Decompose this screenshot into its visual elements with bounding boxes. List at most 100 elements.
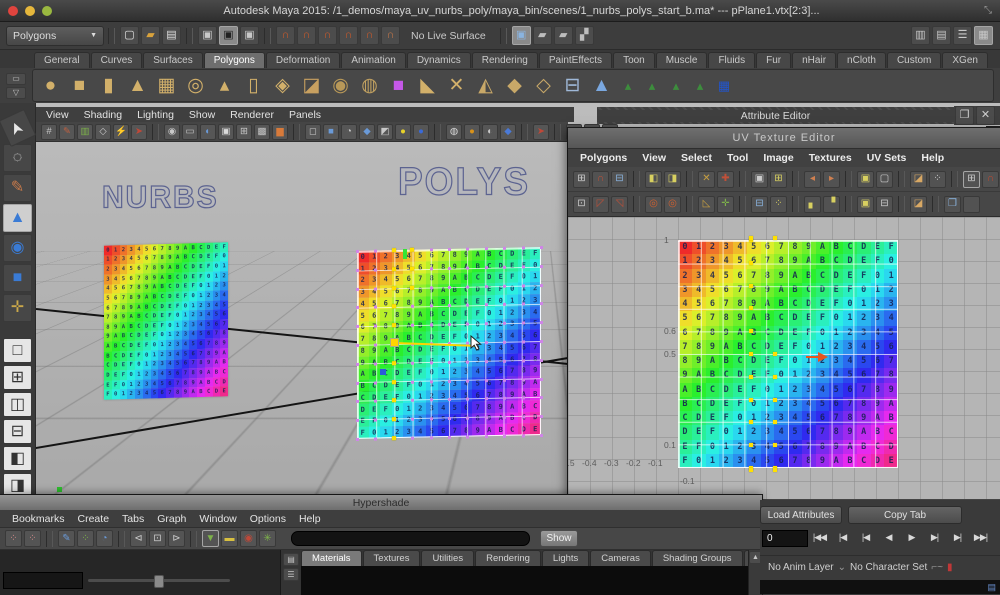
- vertex-dot[interactable]: [374, 362, 377, 365]
- vertex-dot[interactable]: [540, 359, 543, 362]
- orange-ball-icon[interactable]: ●: [464, 124, 480, 140]
- attributes-vp-icon[interactable]: ◇: [95, 124, 111, 140]
- uv-menu-uv-sets[interactable]: UV Sets: [867, 152, 907, 164]
- uv-select-shell-icon[interactable]: ◹: [611, 196, 628, 213]
- move-sew-icon[interactable]: ✛: [717, 196, 734, 213]
- vertex-dot[interactable]: [374, 325, 377, 328]
- attribute-editor-panel-bar[interactable]: Attribute Editor ❐✕: [597, 107, 1000, 124]
- float-panel-icon[interactable]: ❐: [955, 106, 974, 125]
- hypershade-menu-window[interactable]: Window: [199, 513, 236, 525]
- selected-uv-dot[interactable]: [410, 267, 414, 271]
- shelf-tab-general[interactable]: General: [34, 52, 90, 68]
- vertex-dot[interactable]: [503, 378, 506, 381]
- poly-cube-icon[interactable]: ■: [66, 72, 93, 99]
- vertex-dot[interactable]: [522, 378, 525, 381]
- align-left-icon[interactable]: ▣: [857, 171, 874, 188]
- headlamp-icon[interactable]: ◍: [446, 124, 462, 140]
- paste-u-icon[interactable]: ▖: [804, 196, 821, 213]
- poly-torus-icon[interactable]: ◎: [182, 72, 209, 99]
- vertex-dot[interactable]: [540, 302, 543, 305]
- step-back-key-icon[interactable]: |◀: [855, 528, 876, 546]
- graph-input-icon[interactable]: ⊲: [130, 530, 147, 547]
- show-modeling-toolkit-icon[interactable]: ▦: [974, 26, 993, 45]
- layout-single-pane-icon[interactable]: □: [3, 338, 32, 363]
- shelf-tab-fluids[interactable]: Fluids: [708, 52, 755, 68]
- vertex-dot[interactable]: [503, 435, 506, 438]
- vertex-dot[interactable]: [430, 267, 433, 270]
- selected-uv-dot[interactable]: [392, 436, 396, 440]
- vertex-dot[interactable]: [485, 285, 488, 288]
- vertex-dot[interactable]: [356, 344, 359, 347]
- uv-point[interactable]: [749, 375, 753, 379]
- shelf-tab-rendering[interactable]: Rendering: [472, 52, 538, 68]
- uv-point[interactable]: [773, 443, 777, 447]
- selected-uv-dot[interactable]: [392, 267, 396, 271]
- vertex-dot[interactable]: [374, 400, 377, 403]
- new-scene-icon[interactable]: ▢: [120, 26, 139, 45]
- selected-uv-dot[interactable]: [410, 248, 414, 252]
- vertex-dot[interactable]: [430, 399, 433, 402]
- safe-title-icon[interactable]: ▆: [272, 124, 288, 140]
- command-line-strip[interactable]: ▤: [760, 580, 1000, 594]
- vertex-dot[interactable]: [485, 304, 488, 307]
- isolate-uvs-icon[interactable]: ⊟: [876, 196, 893, 213]
- go-to-start-icon[interactable]: |◀◀: [809, 528, 830, 546]
- vertex-dot[interactable]: [430, 305, 433, 308]
- uv-menu-help[interactable]: Help: [921, 152, 944, 164]
- lightning-vp-icon[interactable]: ⚡: [113, 124, 129, 140]
- vertex-dot[interactable]: [430, 418, 433, 421]
- snap-to-view-plane-icon[interactable]: ∩: [360, 26, 379, 45]
- vertex-dot[interactable]: [430, 361, 433, 364]
- uv-border-icon[interactable]: ⊡: [573, 196, 590, 213]
- vertex-dot[interactable]: [503, 397, 506, 400]
- step-forward-frame-icon[interactable]: ▶|: [947, 528, 968, 546]
- uv-manipulator-arrow[interactable]: [818, 352, 828, 362]
- uv-point[interactable]: [749, 398, 753, 402]
- uv-point[interactable]: [749, 306, 753, 310]
- create-render-node-icon[interactable]: ✎: [58, 530, 75, 547]
- panel-menu-shading[interactable]: Shading: [84, 109, 123, 121]
- poly-cone-icon[interactable]: ▲: [124, 72, 151, 99]
- shelf-tab-dynamics[interactable]: Dynamics: [407, 52, 471, 68]
- vertex-dot[interactable]: [430, 324, 433, 327]
- vertex-dot[interactable]: [522, 322, 525, 325]
- move-manipulator-handle[interactable]: [390, 338, 399, 347]
- textured-mode-icon[interactable]: ◔: [341, 124, 357, 140]
- vertex-dot[interactable]: [503, 266, 506, 269]
- field-chart-icon[interactable]: ⊞: [236, 124, 252, 140]
- cycle-uvs-icon[interactable]: ▣: [857, 196, 874, 213]
- move-tool-icon[interactable]: ▲: [3, 204, 32, 232]
- vertex-dot[interactable]: [522, 246, 525, 249]
- vertex-dot[interactable]: [522, 284, 525, 287]
- lighting-all-icon[interactable]: ◆: [359, 124, 375, 140]
- uv-menu-image[interactable]: Image: [763, 152, 793, 164]
- vertex-dot[interactable]: [374, 250, 377, 253]
- shelf-tab-painteffects[interactable]: PaintEffects: [539, 52, 612, 68]
- uv-checker-c-icon[interactable]: ▴: [665, 75, 687, 97]
- uv-checker-d-icon[interactable]: ▴: [689, 75, 711, 97]
- vertex-dot[interactable]: [448, 286, 451, 289]
- vertex-dot[interactable]: [356, 363, 359, 366]
- nurbs-plane-mesh[interactable]: 0123456789ABCDEF123456789ABCDEF023456789…: [104, 242, 228, 399]
- vertex-dot[interactable]: [356, 438, 359, 441]
- graph-output-icon[interactable]: ⊳: [168, 530, 185, 547]
- vertex-dot[interactable]: [356, 381, 359, 384]
- uv-point[interactable]: [749, 261, 753, 265]
- vertex-dot[interactable]: [356, 306, 359, 309]
- uv-point[interactable]: [749, 284, 753, 288]
- uv-menu-tool[interactable]: Tool: [727, 152, 748, 164]
- uv-point[interactable]: [749, 352, 753, 356]
- uv-point[interactable]: [749, 329, 753, 333]
- bevel-edges-icon[interactable]: ◇: [530, 72, 557, 99]
- view-grid-icon[interactable]: ⊞: [963, 171, 980, 188]
- uv-menu-select[interactable]: Select: [681, 152, 712, 164]
- uv-lattice-icon[interactable]: ⊞: [573, 171, 590, 188]
- safe-action-icon[interactable]: ▩: [254, 124, 270, 140]
- resize-icon[interactable]: ⤡: [984, 5, 992, 16]
- layout-outliner-persp-icon[interactable]: ◧: [3, 446, 32, 471]
- vertex-dot[interactable]: [540, 321, 543, 324]
- vertex-dot[interactable]: [448, 267, 451, 270]
- poly-platonic-icon[interactable]: ◈: [269, 72, 296, 99]
- selected-uv-dot[interactable]: [410, 285, 414, 289]
- layered-texture-icon[interactable]: ❐: [944, 196, 961, 213]
